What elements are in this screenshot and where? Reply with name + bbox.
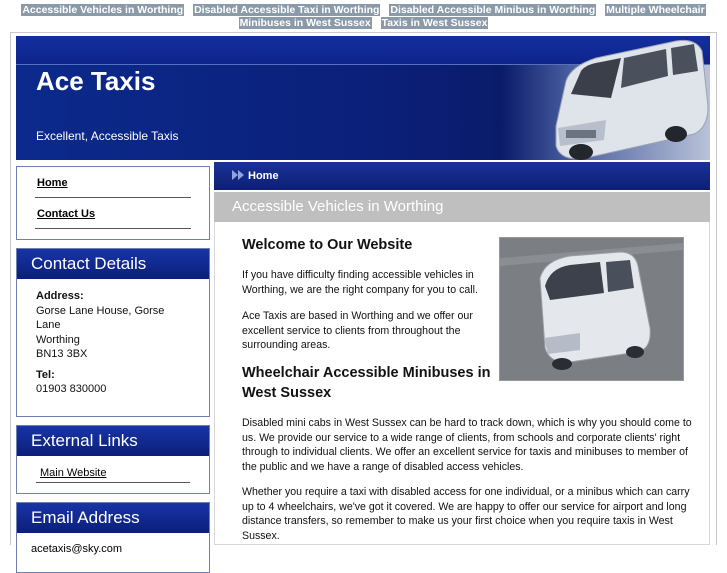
address-line: BN13 3BX xyxy=(36,348,88,360)
breadcrumb-current: Home xyxy=(248,170,279,182)
transfers-paragraph: Whether you require a taxi with disabled… xyxy=(242,486,690,542)
contact-details-heading: Contact Details xyxy=(16,248,210,279)
main-website-link[interactable]: Main Website xyxy=(36,460,190,483)
contact-details-panel: Contact Details Address: Gorse Lane Hous… xyxy=(16,248,210,417)
services-paragraph: Disabled mini cabs in West Sussex can be… xyxy=(242,417,692,473)
section-heading: Wheelchair Accessible Minibuses in West … xyxy=(242,365,491,401)
site-title: Ace Taxis xyxy=(36,66,156,96)
minibus-header-image xyxy=(555,40,709,160)
external-links-panel: External Links Main Website xyxy=(16,425,210,494)
double-arrow-icon xyxy=(232,170,244,180)
top-link-minibuses-west-sussex[interactable]: Minibuses in West Sussex xyxy=(238,17,372,29)
email-address-heading: Email Address xyxy=(16,502,210,533)
external-links-heading: External Links xyxy=(16,425,210,456)
nav-item-home[interactable]: Home xyxy=(35,173,191,198)
external-links-body: Main Website xyxy=(16,456,210,494)
top-link-taxis-west-sussex[interactable]: Taxis in West Sussex xyxy=(380,17,489,29)
minibus-road-photo xyxy=(499,237,684,381)
site-header: Ace Taxis Excellent, Accessible Taxis xyxy=(16,36,710,160)
tel-label: Tel: xyxy=(36,368,55,381)
top-link-disabled-taxi[interactable]: Disabled Accessible Taxi in Worthing xyxy=(193,4,381,16)
top-link-disabled-minibus[interactable]: Disabled Accessible Minibus in Worthing xyxy=(389,4,597,16)
intro-paragraph: If you have difficulty finding accessibl… xyxy=(242,269,478,296)
location-paragraph: Ace Taxis are based in Worthing and we o… xyxy=(242,310,473,351)
nav-item-contact-us[interactable]: Contact Us xyxy=(35,204,191,229)
page-heading: Accessible Vehicles in Worthing xyxy=(214,192,710,222)
address-line: Gorse Lane House, Gorse Lane xyxy=(36,304,165,332)
email-address-panel: Email Address acetaxis@sky.com xyxy=(16,502,210,573)
address-line: Worthing xyxy=(36,333,80,346)
main-navigation: Home Contact Us xyxy=(16,166,210,240)
contact-details-body: Address: Gorse Lane House, Gorse Lane Wo… xyxy=(16,279,210,417)
left-sidebar: Home Contact Us Contact Details Address:… xyxy=(16,166,210,573)
top-link-accessible-vehicles[interactable]: Accessible Vehicles in Worthing xyxy=(21,4,185,16)
address-label: Address: xyxy=(36,290,84,302)
top-link-multiple-wheelchair[interactable]: Multiple Wheelchair xyxy=(605,4,706,16)
breadcrumb: Home xyxy=(214,162,710,190)
tel-number: 01903 830000 xyxy=(36,383,107,395)
email-address-body: acetaxis@sky.com xyxy=(16,533,210,573)
site-tagline: Excellent, Accessible Taxis xyxy=(36,129,179,143)
top-keyword-links: Accessible Vehicles in Worthing Disabled… xyxy=(0,0,727,32)
welcome-heading: Welcome to Our Website xyxy=(242,237,413,253)
